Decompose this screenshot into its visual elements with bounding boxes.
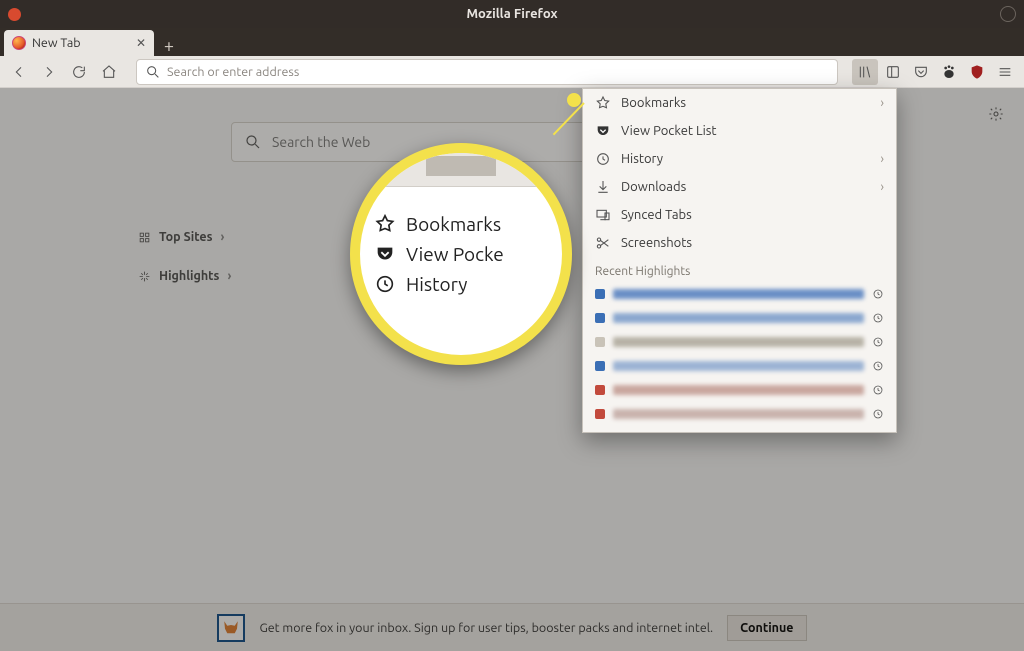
window-title: Mozilla Firefox — [0, 7, 1024, 21]
library-downloads[interactable]: Downloads › — [583, 173, 896, 201]
toolbar-right-icons — [852, 59, 1018, 85]
menu-item-label: View Pocket List — [621, 124, 717, 138]
zoom-label: Bookmarks — [406, 213, 501, 235]
gnome-extension-button[interactable] — [936, 59, 962, 85]
search-icon — [145, 64, 161, 80]
recent-highlight-item[interactable] — [583, 282, 896, 306]
clock-icon — [872, 312, 884, 324]
tab-newtab[interactable]: New Tab ✕ — [4, 30, 154, 56]
recent-highlight-item[interactable] — [583, 306, 896, 330]
pocket-button[interactable] — [908, 59, 934, 85]
library-bookmarks[interactable]: Bookmarks › — [583, 89, 896, 117]
library-button[interactable] — [852, 59, 878, 85]
url-bar[interactable]: Search or enter address — [136, 59, 838, 85]
close-tab-icon[interactable]: ✕ — [136, 36, 146, 50]
star-icon — [374, 213, 396, 235]
zoom-row-bookmarks: Bookmarks — [374, 209, 552, 239]
pocket-icon — [913, 64, 929, 80]
home-icon — [101, 64, 117, 80]
shield-icon — [969, 64, 985, 80]
tab-label: New Tab — [32, 36, 81, 50]
recent-highlight-item[interactable] — [583, 330, 896, 354]
home-button[interactable] — [96, 59, 122, 85]
zoom-callout: Bookmarks View Pocke History — [350, 143, 572, 365]
recent-highlight-item[interactable] — [583, 354, 896, 378]
chevron-right-icon: › — [880, 96, 884, 110]
foot-icon — [941, 64, 957, 80]
newtab-content: Search the Web Top Sites › Highlights › … — [0, 88, 1024, 651]
scissors-icon — [595, 235, 611, 251]
firefox-favicon — [12, 36, 26, 50]
recent-highlights-heading: Recent Highlights — [583, 257, 896, 282]
history-icon — [595, 151, 611, 167]
synced-tabs-icon — [595, 207, 611, 223]
arrow-left-icon — [11, 64, 27, 80]
navigation-toolbar: Search or enter address — [0, 56, 1024, 88]
callout-dot — [567, 93, 581, 107]
library-pocket[interactable]: View Pocket List — [583, 117, 896, 145]
pocket-icon — [374, 243, 396, 265]
library-icon — [857, 64, 873, 80]
chevron-right-icon: › — [880, 180, 884, 194]
zoom-row-history: History — [374, 269, 552, 299]
zoom-label: History — [406, 273, 467, 295]
menu-item-label: Screenshots — [621, 236, 692, 250]
clock-icon — [872, 360, 884, 372]
library-menu-panel: Bookmarks › View Pocket List History › D… — [582, 88, 897, 433]
menu-item-label: History — [621, 152, 663, 166]
clock-icon — [872, 408, 884, 420]
url-placeholder: Search or enter address — [167, 65, 299, 79]
recent-highlight-item[interactable] — [583, 402, 896, 426]
hamburger-icon — [997, 64, 1013, 80]
back-button[interactable] — [6, 59, 32, 85]
new-tab-button[interactable]: + — [154, 36, 178, 56]
download-icon — [595, 179, 611, 195]
pocket-icon — [595, 123, 611, 139]
zoom-row-pocket: View Pocke — [374, 239, 552, 269]
zoom-label: View Pocke — [406, 243, 504, 265]
library-history[interactable]: History › — [583, 145, 896, 173]
menu-item-label: Bookmarks — [621, 96, 686, 110]
menu-item-label: Downloads — [621, 180, 686, 194]
clock-icon — [872, 384, 884, 396]
clock-icon — [872, 336, 884, 348]
reload-icon — [71, 64, 87, 80]
recent-highlight-item[interactable] — [583, 378, 896, 402]
star-icon — [595, 95, 611, 111]
sidebar-button[interactable] — [880, 59, 906, 85]
zoom-tabbar — [360, 153, 562, 187]
reload-button[interactable] — [66, 59, 92, 85]
window-maximize-button[interactable] — [1000, 6, 1016, 22]
app-menu-button[interactable] — [992, 59, 1018, 85]
history-icon — [374, 273, 396, 295]
arrow-right-icon — [41, 64, 57, 80]
tab-strip: New Tab ✕ + — [0, 28, 1024, 56]
ublock-button[interactable] — [964, 59, 990, 85]
chevron-right-icon: › — [880, 152, 884, 166]
menu-item-label: Synced Tabs — [621, 208, 692, 222]
sidebar-icon — [885, 64, 901, 80]
library-screenshots[interactable]: Screenshots — [583, 229, 896, 257]
forward-button[interactable] — [36, 59, 62, 85]
library-synced-tabs[interactable]: Synced Tabs — [583, 201, 896, 229]
window-titlebar: Mozilla Firefox — [0, 0, 1024, 28]
clock-icon — [872, 288, 884, 300]
